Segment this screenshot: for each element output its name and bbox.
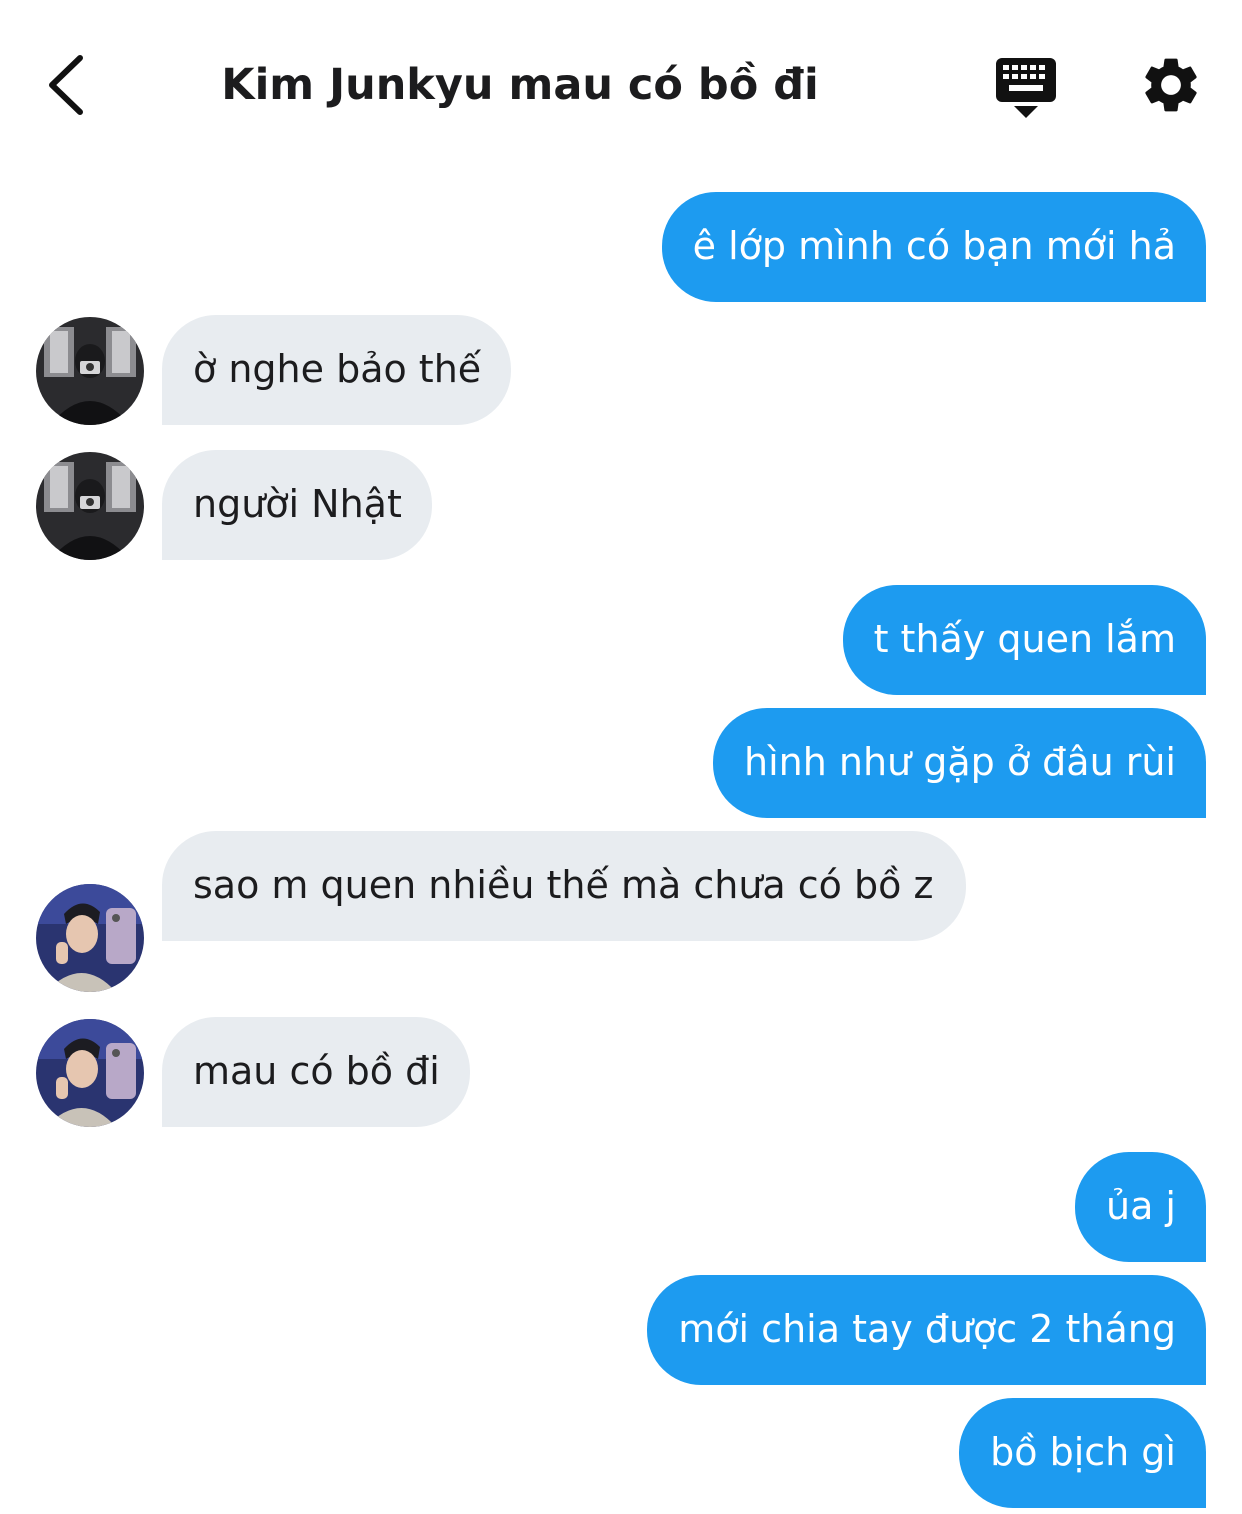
avatar-user-b[interactable]	[36, 884, 144, 992]
message-outgoing[interactable]: bồ bịch gì	[959, 1398, 1206, 1508]
message-text: t thấy quen lắm	[873, 617, 1176, 661]
conversation-title: Kim Junkyu mau có bồ đi	[221, 60, 819, 110]
message-outgoing[interactable]: ủa j	[1074, 1152, 1206, 1262]
avatar-user-a[interactable]	[36, 452, 144, 560]
message-text: mau có bồ đi	[193, 1049, 440, 1093]
chevron-left-icon	[49, 55, 83, 115]
keyboard-icon	[996, 58, 1056, 118]
avatar-user-b[interactable]	[36, 1019, 144, 1127]
message-incoming[interactable]: sao m quen nhiều thế mà chưa có bồ z	[162, 831, 966, 941]
message-text: ê lớp mình có bạn mới hả	[692, 224, 1176, 268]
back-button[interactable]	[40, 50, 100, 120]
message-text: mới chia tay được 2 tháng	[678, 1307, 1176, 1351]
avatar-user-a-image	[36, 317, 144, 425]
message-incoming[interactable]: mau có bồ đi	[162, 1017, 470, 1127]
message-text: hình như gặp ở đâu rùi	[744, 740, 1176, 784]
gear-icon	[1145, 58, 1197, 112]
message-text: ờ nghe bảo thế	[193, 347, 482, 391]
settings-button[interactable]	[1138, 52, 1204, 118]
message-incoming[interactable]: người Nhật	[162, 450, 432, 560]
message-text: sao m quen nhiều thế mà chưa có bồ z	[193, 863, 934, 907]
message-text: ủa j	[1105, 1184, 1176, 1228]
keyboard-toggle-button[interactable]	[992, 56, 1060, 120]
message-outgoing[interactable]: mới chia tay được 2 tháng	[647, 1275, 1206, 1385]
message-outgoing[interactable]: t thấy quen lắm	[842, 585, 1206, 695]
avatar-user-b-image	[36, 1019, 144, 1127]
avatar-user-b-image	[36, 884, 144, 992]
message-outgoing[interactable]: hình như gặp ở đâu rùi	[713, 708, 1206, 818]
avatar-user-a-image	[36, 452, 144, 560]
message-text: bồ bịch gì	[990, 1430, 1176, 1474]
avatar-user-a[interactable]	[36, 317, 144, 425]
message-incoming[interactable]: ờ nghe bảo thế	[162, 315, 512, 425]
conversation-header: Kim Junkyu mau có bồ đi	[0, 0, 1242, 170]
message-outgoing[interactable]: ê lớp mình có bạn mới hả	[661, 192, 1206, 302]
message-text: người Nhật	[193, 482, 402, 526]
